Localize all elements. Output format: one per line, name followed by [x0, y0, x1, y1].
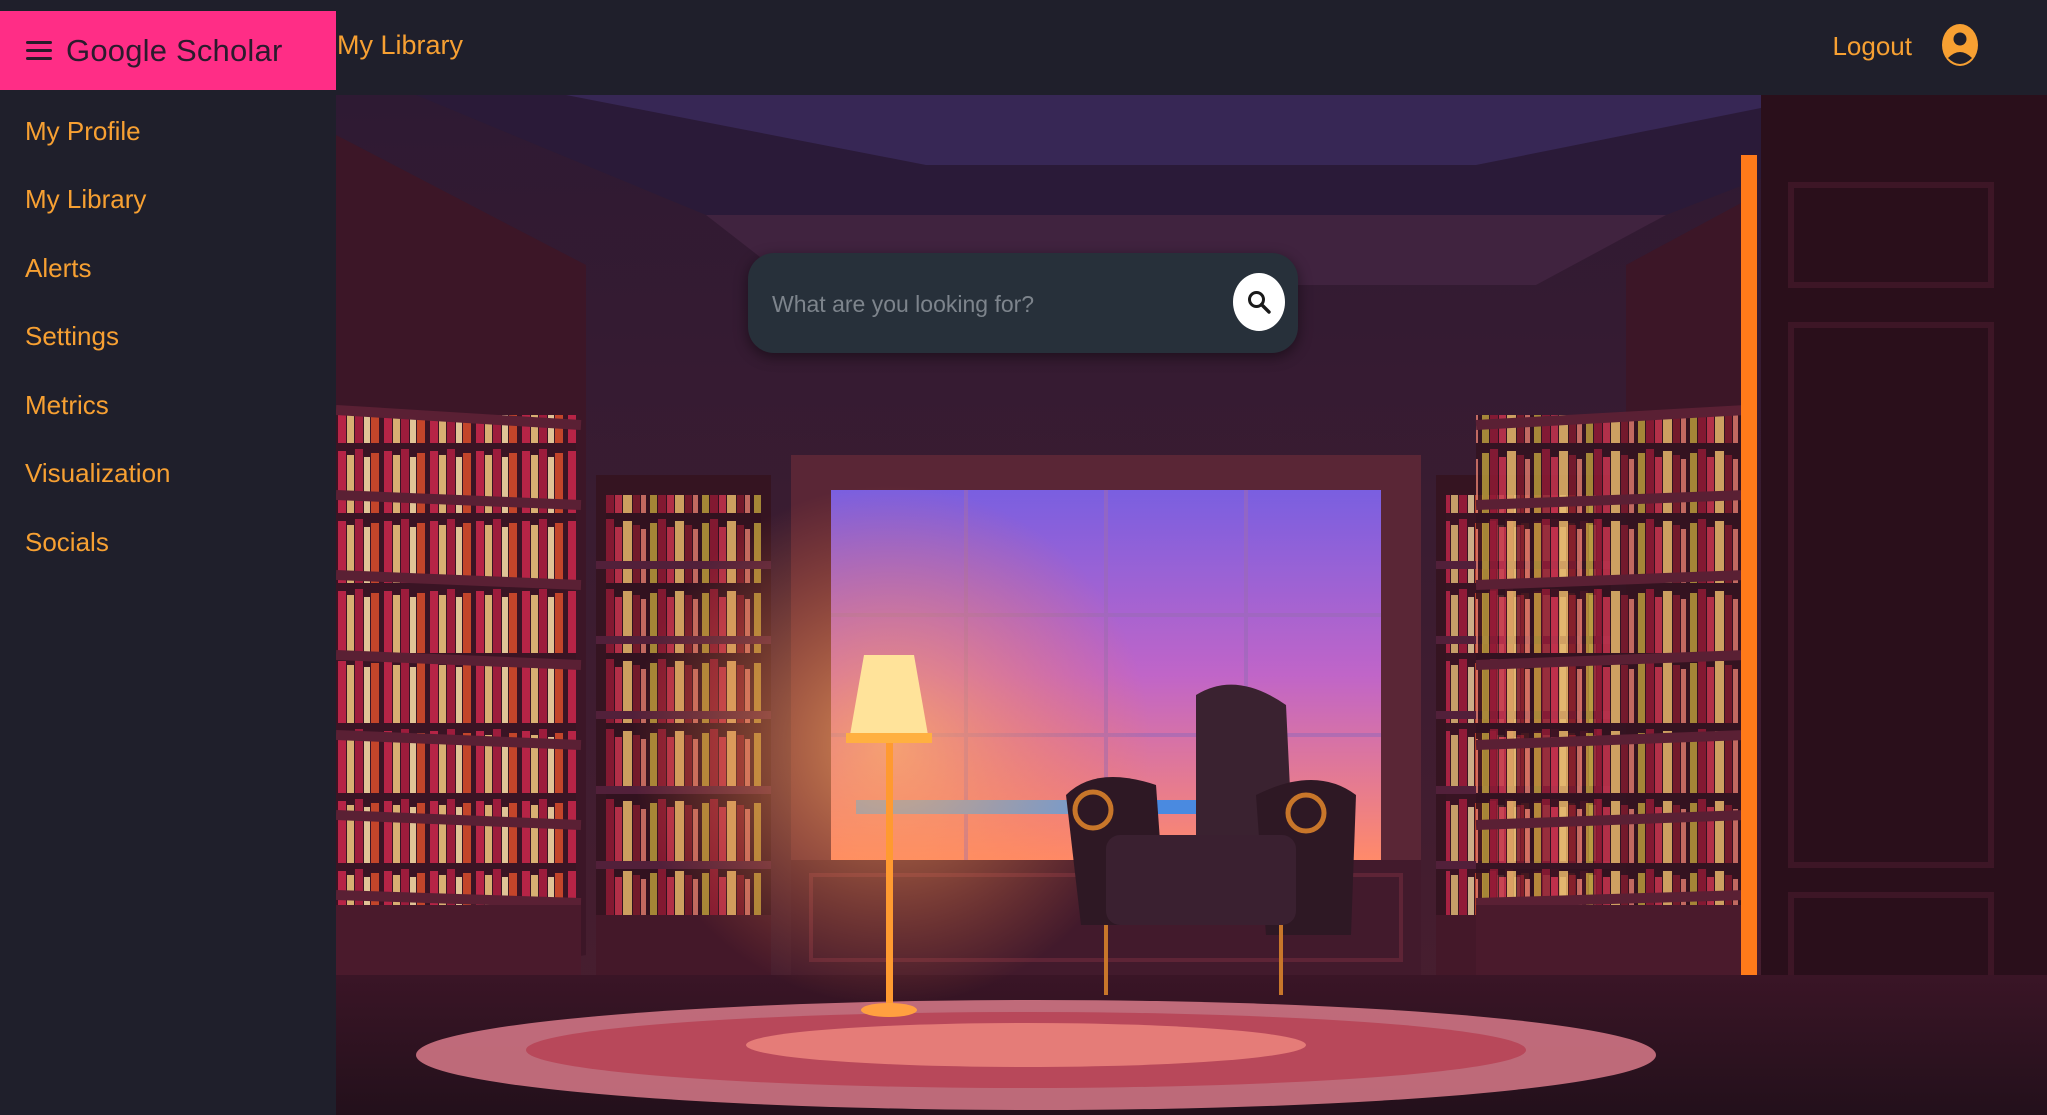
search-icon	[1248, 291, 1271, 314]
sidebar-item-socials[interactable]: Socials	[25, 527, 109, 558]
library-illustration	[336, 95, 2047, 1115]
user-circle-icon[interactable]	[1940, 22, 1980, 68]
brand-title[interactable]: Google Scholar	[66, 33, 283, 69]
sidebar-item-my-profile[interactable]: My Profile	[25, 116, 141, 147]
search-bar	[748, 253, 1298, 353]
search-button[interactable]	[1233, 273, 1285, 331]
library-background	[336, 95, 2047, 1115]
page-title: My Library	[337, 30, 464, 60]
search-input[interactable]	[770, 279, 1214, 329]
hamburger-icon[interactable]	[26, 41, 52, 60]
sidebar-item-my-library[interactable]: My Library	[25, 184, 146, 215]
top-bar: Google Scholar My Library Logout	[0, 0, 2047, 95]
sidebar-item-alerts[interactable]: Alerts	[25, 253, 91, 284]
sidebar-item-metrics[interactable]: Metrics	[25, 390, 109, 421]
sidebar-item-visualization[interactable]: Visualization	[25, 458, 171, 489]
brand-header: Google Scholar	[0, 11, 336, 90]
logout-button[interactable]: Logout	[1832, 31, 1912, 62]
sidebar: My Profile My Library Alerts Settings Me…	[0, 95, 336, 1115]
sidebar-item-settings[interactable]: Settings	[25, 321, 119, 352]
